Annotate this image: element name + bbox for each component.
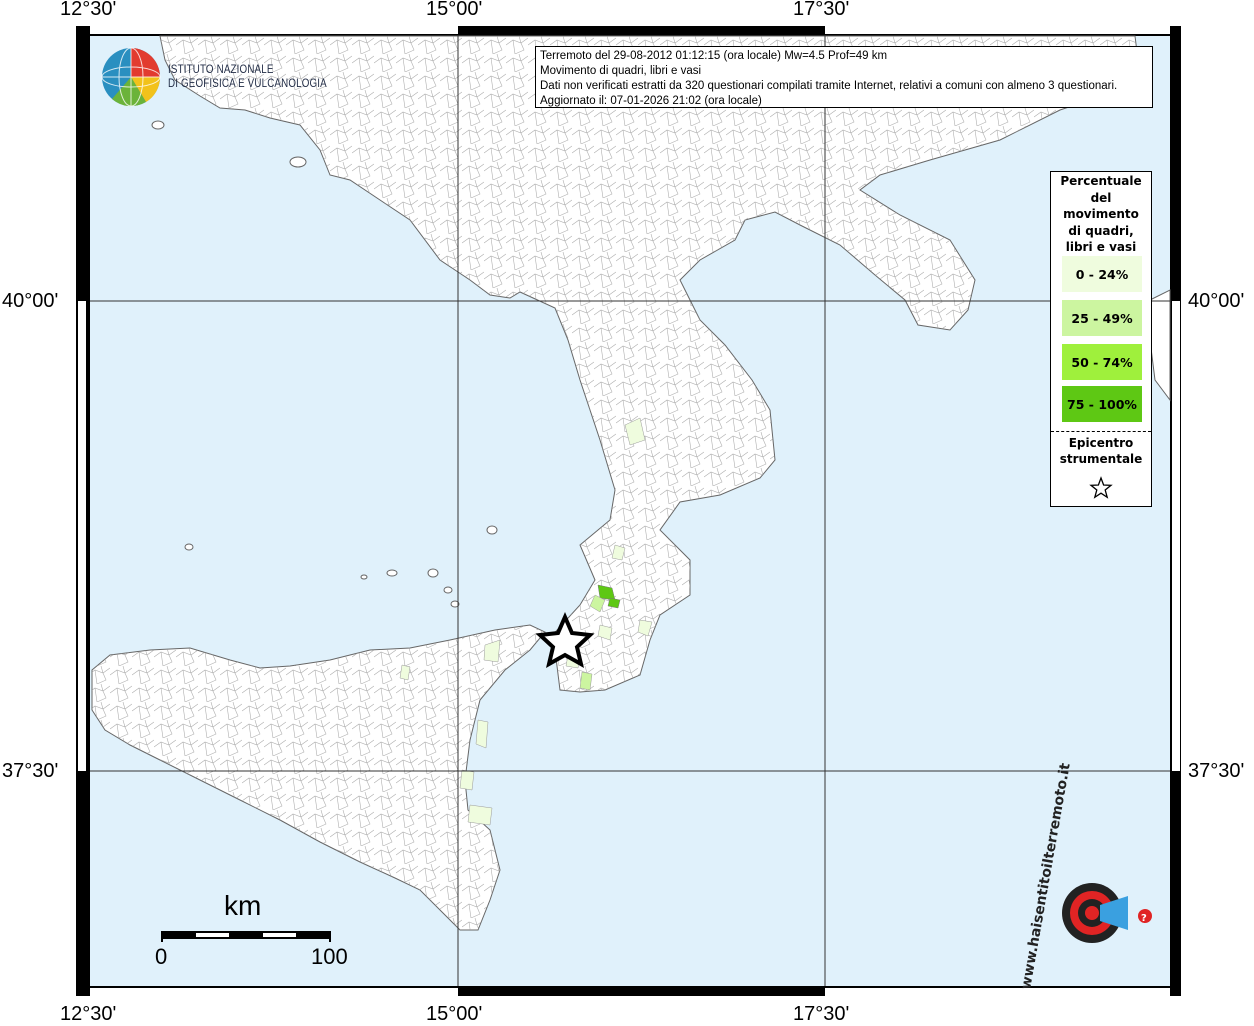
legend-title-line: libri e vasi	[1065, 240, 1137, 254]
legend-class-label: 50 - 74%	[1071, 354, 1133, 370]
legend-class-2: 50 - 74%	[1062, 344, 1142, 380]
svg-text:?: ?	[1141, 913, 1147, 924]
lat-label-left-2: 37°30'	[2, 760, 59, 782]
legend-class-label: 75 - 100%	[1067, 396, 1137, 412]
lon-label-top-3: 17°30'	[793, 0, 850, 20]
info-line-3: Dati non verificati estratti da 320 ques…	[540, 80, 1118, 92]
legend-class-1: 25 - 49%	[1062, 300, 1142, 336]
legend-title-line: Percentuale	[1060, 174, 1142, 188]
legend-title: Percentuale del movimento di quadri, lib…	[1051, 172, 1151, 256]
info-line-2: Movimento di quadri, libri e vasi	[540, 65, 702, 77]
legend: Percentuale del movimento di quadri, lib…	[1050, 171, 1152, 507]
ingv-line-2: DI GEOFISICA E VULCANOLOGIA	[168, 78, 327, 90]
lon-label-bottom-1: 12°30'	[60, 1003, 117, 1025]
legend-title-line: del	[1090, 190, 1112, 205]
legend-class-label: 25 - 49%	[1071, 310, 1133, 326]
legend-epicenter-line: strumentale	[1059, 452, 1143, 466]
legend-title-line: movimento	[1063, 207, 1139, 221]
scale-max-label: 100	[311, 944, 348, 969]
legend-class-label: 0 - 24%	[1075, 266, 1129, 282]
lon-label-top-2: 15°00'	[426, 0, 483, 20]
legend-class-3: 75 - 100%	[1062, 386, 1142, 422]
info-line-1: Terremoto del 29-08-2012 01:12:15 (ora l…	[540, 50, 888, 62]
lon-label-bottom-3: 17°30'	[793, 1003, 850, 1025]
scale-unit-label: km	[224, 890, 262, 921]
event-info-box: Terremoto del 29-08-2012 01:12:15 (ora l…	[535, 46, 1153, 108]
star-outline-icon	[1089, 476, 1113, 499]
ingv-line-1: ISTITUTO NAZIONALE	[168, 64, 274, 76]
legend-epicenter-line: Epicentro	[1068, 436, 1134, 450]
lat-label-right-2: 37°30'	[1188, 760, 1245, 782]
map-canvas[interactable]: ? www.haisentitoilterremoto.it	[0, 0, 1254, 1024]
lat-label-right-1: 40°00'	[1188, 290, 1245, 312]
ingv-logo-text: ISTITUTO NAZIONALE DI GEOFISICA E VULCAN…	[168, 63, 327, 91]
lat-label-left-1: 40°00'	[2, 290, 59, 312]
legend-separator	[1051, 431, 1151, 432]
ingv-logo-icon	[101, 47, 161, 107]
legend-class-0: 0 - 24%	[1062, 256, 1142, 292]
lon-label-bottom-2: 15°00'	[426, 1003, 483, 1025]
legend-epicenter-label: Epicentro strumentale	[1051, 435, 1151, 467]
info-line-4: Aggiornato il: 07-01-2026 21:02 (ora loc…	[540, 95, 762, 107]
scale-min-label: 0	[155, 944, 168, 969]
lon-label-top-1: 12°30'	[60, 0, 117, 20]
legend-title-line: di quadri,	[1068, 223, 1134, 238]
